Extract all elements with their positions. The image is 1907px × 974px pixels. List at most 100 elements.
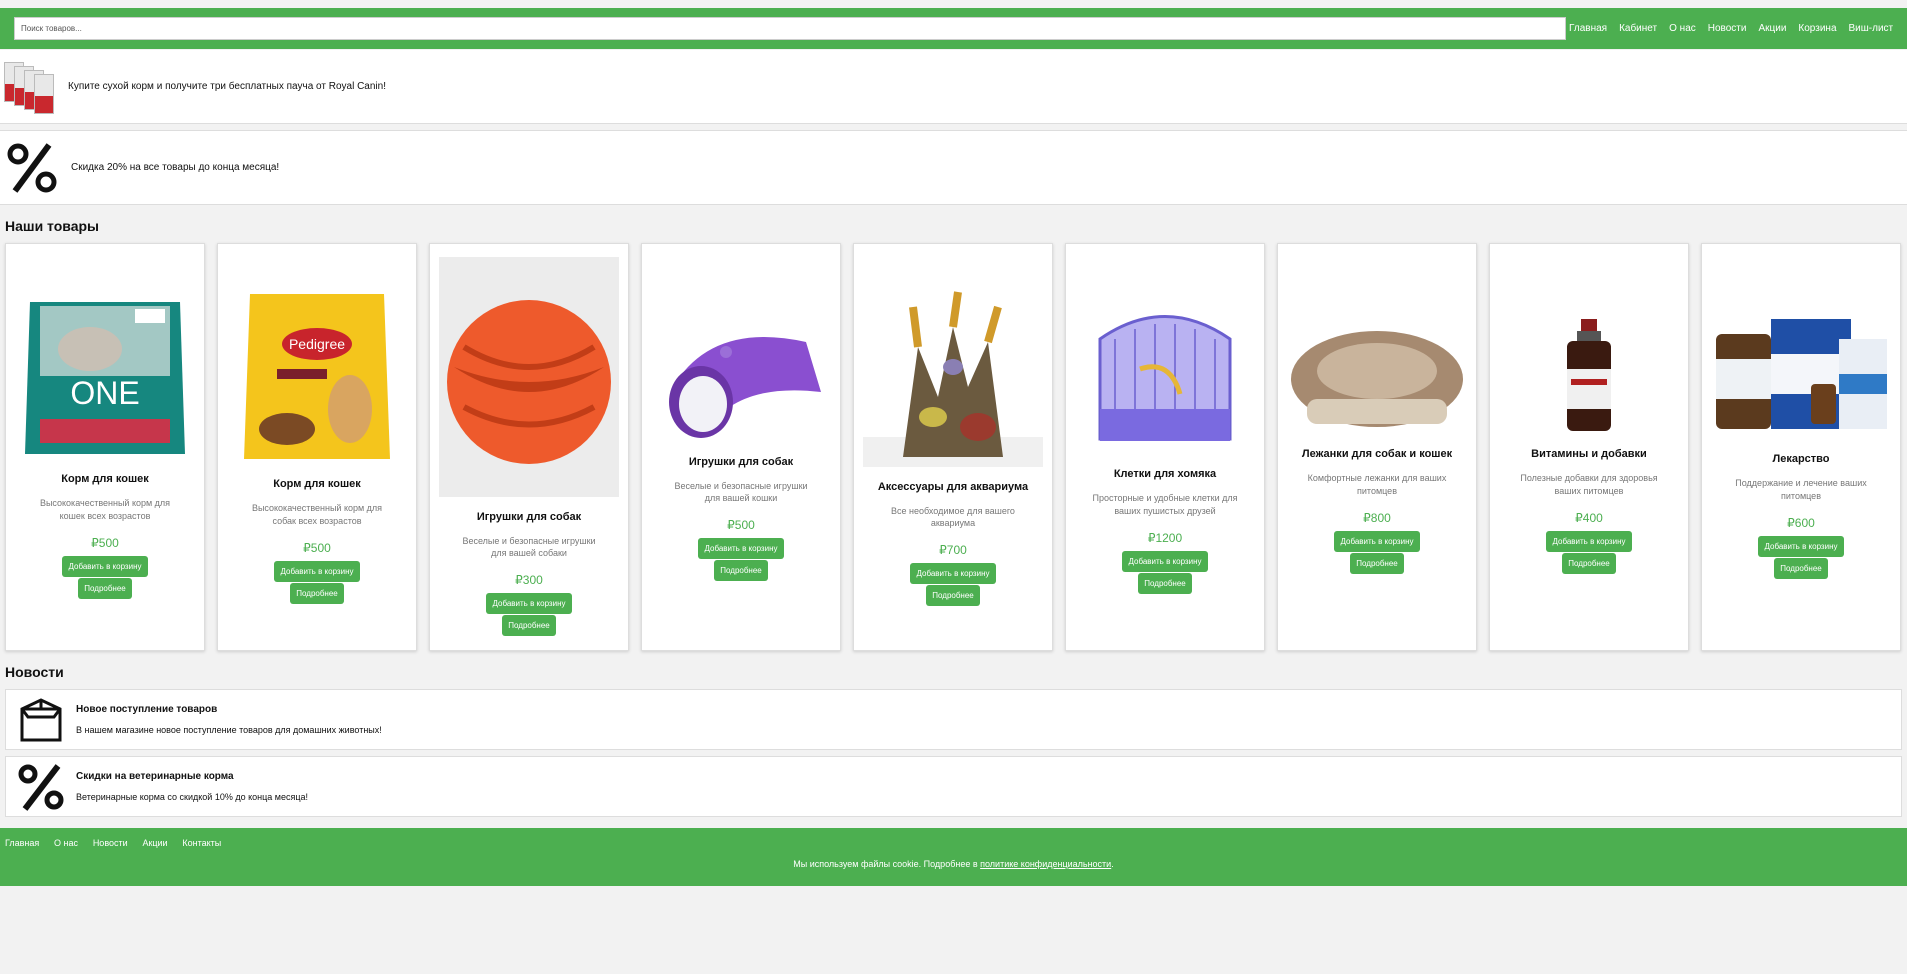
product-card: Клетки для хомяка Просторные и удобные к…: [1065, 243, 1265, 651]
news-heading: Новости: [5, 664, 64, 680]
add-to-cart-button[interactable]: Добавить в корзину: [62, 555, 148, 577]
vitamin-bottle-image: [1549, 319, 1629, 434]
orange-ball-image: [439, 256, 619, 497]
hamster-cage-image: [1080, 299, 1250, 454]
add-to-cart-button[interactable]: Добавить в корзину: [698, 538, 784, 560]
footer-about-link[interactable]: О нас: [54, 838, 78, 848]
promo-text: Купите сухой корм и получите три бесплат…: [68, 81, 386, 92]
product-price: ₽600: [1787, 515, 1815, 530]
product-price: ₽700: [939, 543, 967, 558]
menu-cabinet-link[interactable]: Кабинет: [1619, 23, 1657, 34]
footer: Главная О нас Новости Акции Контакты Мы …: [0, 828, 1907, 886]
product-name: Игрушки для собак: [688, 455, 794, 468]
purina-one-bag-image: ONE: [20, 294, 190, 459]
product-card: Pedigree Корм для кошек Высококачественн…: [217, 243, 417, 651]
product-price: ₽1200: [1147, 530, 1183, 545]
news-title: Скидки на ветеринарные корма: [76, 771, 234, 782]
products-grid: ONE Корм для кошек Высококачественный ко…: [0, 243, 1907, 651]
news-text: В нашем магазине новое поступление товар…: [76, 725, 382, 735]
product-name: Игрушки для собак: [476, 510, 582, 523]
product-description: Высококачественный корм для кошек всех в…: [39, 498, 171, 521]
promo-banner-royal-canin: Купите сухой корм и получите три бесплат…: [0, 50, 1907, 124]
add-to-cart-button[interactable]: Добавить в корзину: [1334, 530, 1420, 552]
product-card: Игрушки для собак Веселые и безопасные и…: [641, 243, 841, 651]
menu-news-link[interactable]: Новости: [1708, 23, 1747, 34]
news-text: Ветеринарные корма со скидкой 10% до кон…: [76, 792, 309, 802]
product-name: Корм для кошек: [61, 473, 149, 486]
menu-wishlist-link[interactable]: Виш-лист: [1849, 23, 1894, 34]
product-card: ONE Корм для кошек Высококачественный ко…: [5, 243, 205, 651]
product-name: Аксессуары для аквариума: [877, 480, 1029, 493]
percent-icon: [18, 763, 64, 811]
product-name: Клетки для хомяка: [1113, 468, 1217, 481]
menu-sales-link[interactable]: Акции: [1758, 23, 1786, 34]
details-button[interactable]: Подробнее: [1350, 552, 1404, 574]
footer-menu: Главная О нас Новости Акции Контакты: [5, 838, 1902, 849]
footer-home-link[interactable]: Главная: [5, 838, 39, 848]
product-name: Лежанки для собак и кошек: [1301, 448, 1453, 461]
main-menu: Главная Кабинет О нас Новости Акции Корз…: [1569, 23, 1893, 34]
add-to-cart-button[interactable]: Добавить в корзину: [274, 560, 360, 582]
add-to-cart-button[interactable]: Добавить в корзину: [486, 593, 572, 615]
pet-bed-image: [1287, 319, 1467, 434]
medicine-boxes-image: [1711, 314, 1891, 439]
product-description: Высококачественный корм для собак всех в…: [251, 503, 383, 526]
details-button[interactable]: Подробнее: [926, 585, 980, 607]
product-price: ₽500: [727, 518, 755, 533]
product-price: ₽500: [91, 535, 119, 550]
add-to-cart-button[interactable]: Добавить в корзину: [910, 563, 996, 585]
coral-decor-image: [863, 287, 1043, 467]
pedigree-bag-image: Pedigree: [232, 289, 402, 464]
box-icon: [20, 697, 62, 741]
product-name: Лекарство: [1772, 453, 1830, 466]
details-button[interactable]: Подробнее: [1562, 552, 1616, 574]
details-button[interactable]: Подробнее: [1774, 557, 1828, 579]
add-to-cart-button[interactable]: Добавить в корзину: [1122, 550, 1208, 572]
cookie-notice: Мы используем файлы cookie. Подробнее в …: [5, 859, 1902, 869]
cookie-end: .: [1111, 859, 1114, 869]
promo-banner-discount: Скидка 20% на все товары до конца месяца…: [0, 130, 1907, 205]
footer-news-link[interactable]: Новости: [93, 838, 128, 848]
product-description: Комфортные лежанки для ваших питомцев: [1307, 473, 1447, 496]
details-button[interactable]: Подробнее: [78, 577, 132, 599]
menu-home-link[interactable]: Главная: [1569, 23, 1607, 34]
details-button[interactable]: Подробнее: [502, 615, 556, 637]
add-to-cart-button[interactable]: Добавить в корзину: [1546, 530, 1632, 552]
cookie-text: Мы используем файлы cookie. Подробнее в: [793, 859, 981, 869]
product-name: Корм для кошек: [273, 478, 361, 491]
product-description: Веселые и безопасные игрушки для вашей с…: [462, 535, 596, 558]
menu-cart-link[interactable]: Корзина: [1798, 23, 1836, 34]
search-input[interactable]: [14, 17, 1566, 40]
footer-sales-link[interactable]: Акции: [142, 838, 167, 848]
product-description: Все необходимое для вашего аквариума: [891, 505, 1015, 528]
cat-tunnel-image: [656, 312, 826, 442]
product-description: Просторные и удобные клетки для ваших пу…: [1092, 493, 1238, 516]
promo-text: Скидка 20% на все товары до конца месяца…: [71, 162, 280, 173]
product-name: Витамины и добавки: [1531, 448, 1647, 461]
news-title: Новое поступление товаров: [76, 704, 218, 715]
details-button[interactable]: Подробнее: [1138, 572, 1192, 594]
product-card: Лежанки для собак и кошек Комфортные леж…: [1277, 243, 1477, 651]
product-card: Игрушки для собак Веселые и безопасные и…: [429, 243, 629, 651]
product-card: Лекарство Поддержание и лечение ваших пи…: [1701, 243, 1901, 651]
details-button[interactable]: Подробнее: [714, 560, 768, 582]
news-item: Скидки на ветеринарные корма Ветеринарны…: [5, 756, 1902, 817]
top-navbar: Главная Кабинет О нас Новости Акции Корз…: [0, 8, 1907, 49]
product-description: Веселые и безопасные игрушки для вашей к…: [674, 480, 808, 503]
details-button[interactable]: Подробнее: [290, 582, 344, 604]
add-to-cart-button[interactable]: Добавить в корзину: [1758, 535, 1844, 557]
menu-about-link[interactable]: О нас: [1669, 23, 1696, 34]
percent-icon: [7, 142, 57, 193]
product-price: ₽400: [1575, 510, 1603, 525]
footer-contacts-link[interactable]: Контакты: [182, 838, 221, 848]
product-description: Полезные добавки для здоровья ваших пито…: [1520, 473, 1658, 496]
news-item: Новое поступление товаров В нашем магази…: [5, 689, 1902, 750]
product-price: ₽500: [303, 540, 331, 555]
products-heading: Наши товары: [5, 218, 100, 234]
privacy-policy-link[interactable]: политике конфиденциальности: [980, 859, 1111, 869]
product-price: ₽800: [1363, 510, 1391, 525]
product-card: Аксессуары для аквариума Все необходимое…: [853, 243, 1053, 651]
svg-text:ONE: ONE: [70, 375, 139, 411]
svg-text:Pedigree: Pedigree: [289, 336, 345, 352]
product-description: Поддержание и лечение ваших питомцев: [1735, 478, 1867, 501]
